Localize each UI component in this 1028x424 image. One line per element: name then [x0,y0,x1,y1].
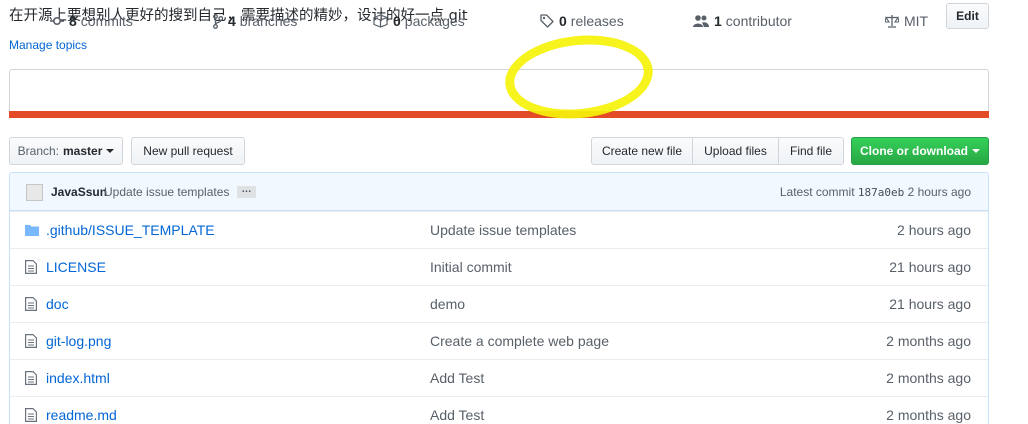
law-icon [885,14,899,28]
file-icon [25,371,37,388]
license-label: MIT [904,13,929,29]
commit-age: 2 hours ago [907,185,971,199]
table-row: readme.md Add Test 2 months ago [10,396,988,424]
file-commit-age: 2 months ago [886,370,971,386]
file-name-link[interactable]: readme.md [46,407,117,423]
commits-count: 8 [69,13,77,29]
table-row: .github/ISSUE_TEMPLATE Update issue temp… [10,211,988,248]
avatar[interactable] [26,184,43,201]
manage-topics-link[interactable]: Manage topics [9,38,87,52]
branch-name: master [63,144,103,158]
commits-label: commits [80,13,133,29]
expand-commit-button[interactable]: … [237,185,256,198]
file-commit-age: 21 hours ago [889,259,971,275]
new-pull-request-button[interactable]: New pull request [131,137,245,165]
file-icon [25,297,37,314]
create-new-file-button[interactable]: Create new file [591,137,693,165]
latest-commit-info: Latest commit 187a0eb 2 hours ago [780,185,971,199]
branches-count: 4 [228,13,236,29]
file-icon [25,408,37,424]
license-link[interactable]: MIT [885,13,928,29]
table-row: doc demo 21 hours ago [10,285,988,322]
releases-count: 0 [559,13,567,29]
packages-link[interactable]: 0 packages [373,13,465,29]
packages-label: packages [404,13,465,29]
releases-label: releases [570,13,624,29]
file-icon [25,260,37,277]
file-commit-message[interactable]: demo [430,296,465,312]
contributors-label: contributor [725,13,792,29]
file-name-link[interactable]: LICENSE [46,259,106,275]
contributors-count: 1 [714,13,722,29]
file-commit-age: 21 hours ago [889,296,971,312]
folder-icon [25,223,39,239]
file-commit-message[interactable]: Initial commit [430,259,512,275]
edit-description-button[interactable]: Edit [946,3,989,29]
branch-icon [213,13,223,29]
commit-icon [50,14,64,28]
contributors-link[interactable]: 1 contributor [693,13,792,29]
file-name-link[interactable]: index.html [46,370,110,386]
upload-files-button[interactable]: Upload files [692,137,779,165]
table-row: LICENSE Initial commit 21 hours ago [10,248,988,285]
file-commit-age: 2 months ago [886,333,971,349]
chevron-down-icon [106,149,115,153]
people-icon [693,14,709,28]
chevron-down-icon [972,149,980,153]
file-commit-age: 2 months ago [886,407,971,423]
latest-commit-prefix: Latest commit [779,185,855,199]
table-row: index.html Add Test 2 months ago [10,359,988,396]
tag-icon [540,14,554,28]
commit-message[interactable]: Update issue templates [104,185,229,199]
branch-select-button[interactable]: Branch: master [9,137,123,165]
file-name-link[interactable]: git-log.png [46,333,111,349]
releases-link[interactable]: 0 releases [540,13,624,29]
numbers-summary [9,69,989,116]
commit-author[interactable]: JavaSsun [51,185,107,199]
file-table: JavaSsun Update issue templates … Latest… [9,172,989,424]
file-commit-message[interactable]: Update issue templates [430,222,576,238]
branch-prefix: Branch: [17,144,59,158]
clone-or-download-label: Clone or download [860,144,968,158]
commit-sha[interactable]: 187a0eb [858,186,904,199]
table-row: git-log.png Create a complete web page 2… [10,322,988,359]
branches-link[interactable]: 4 branches [213,13,297,29]
branches-label: branches [239,13,298,29]
commits-link[interactable]: 8 commits [50,13,133,29]
language-bar[interactable] [9,111,989,118]
find-file-button[interactable]: Find file [778,137,844,165]
file-commit-message[interactable]: Create a complete web page [430,333,609,349]
file-commit-message[interactable]: Add Test [430,407,484,423]
file-commit-age: 2 hours ago [897,222,971,238]
clone-or-download-button[interactable]: Clone or download [851,137,989,165]
file-name-link[interactable]: .github/ISSUE_TEMPLATE [46,222,215,238]
packages-count: 0 [393,13,401,29]
file-name-link[interactable]: doc [46,296,69,312]
file-commit-message[interactable]: Add Test [430,370,484,386]
file-icon [25,334,37,351]
package-icon [373,14,388,28]
latest-commit-bar: JavaSsun Update issue templates … Latest… [10,173,988,211]
